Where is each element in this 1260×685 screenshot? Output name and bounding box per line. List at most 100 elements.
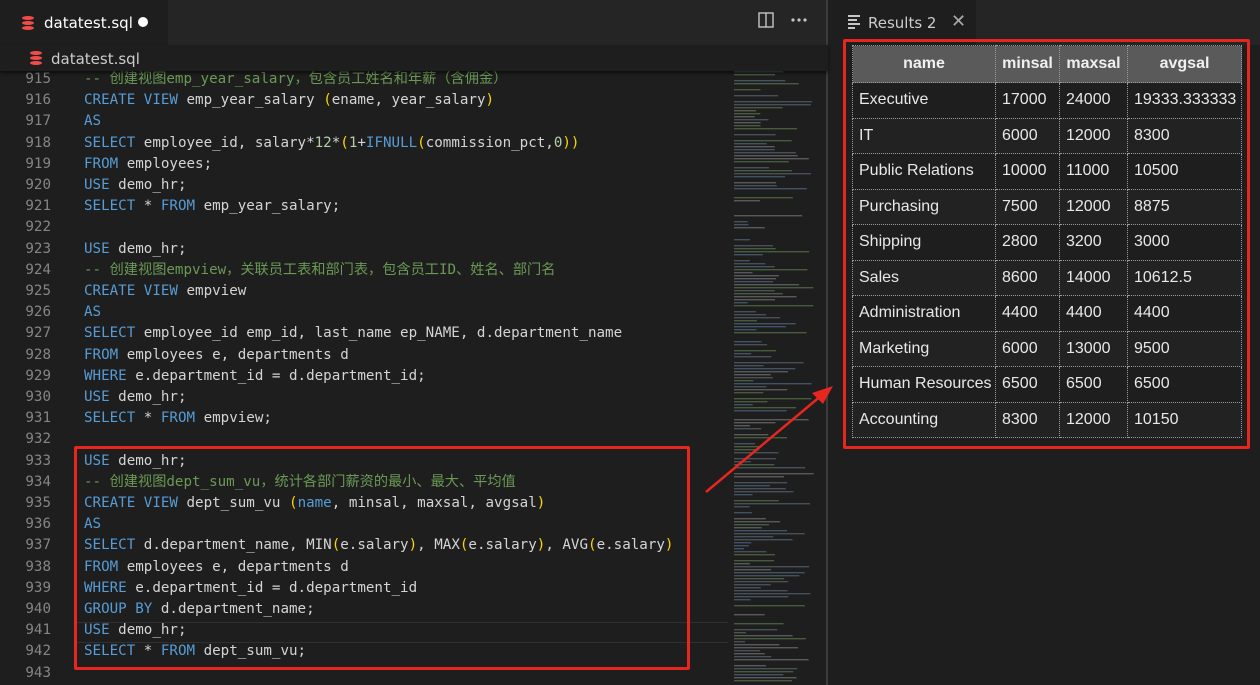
minimap-line xyxy=(734,659,809,661)
code-line[interactable]: 923 USE demo_hr; xyxy=(0,239,728,260)
minimap-line xyxy=(734,590,788,592)
minimap-line xyxy=(734,422,776,424)
minimap-line xyxy=(734,488,786,490)
minimap-line xyxy=(734,548,745,550)
minimap-line xyxy=(734,482,788,484)
breadcrumb-file[interactable]: datatest.sql xyxy=(51,50,140,68)
code-line[interactable]: 921 SELECT * FROM emp_year_salary; xyxy=(0,196,728,217)
code-line[interactable]: 925 CREATE VIEW empview xyxy=(0,281,728,302)
minimap-line xyxy=(734,365,764,367)
minimap-line xyxy=(734,563,750,565)
minimap-line xyxy=(734,467,806,469)
minimap-line xyxy=(734,122,761,124)
line-number: 922 xyxy=(25,219,51,236)
line-number: 930 xyxy=(25,389,51,405)
minimap-line xyxy=(734,551,767,553)
split-editor-icon[interactable] xyxy=(758,12,774,33)
code-line[interactable]: 917 AS xyxy=(0,111,728,132)
minimap-line xyxy=(734,251,810,253)
line-number: 921 xyxy=(25,198,51,215)
line-number: 915 xyxy=(25,71,51,87)
minimap-line xyxy=(734,494,753,496)
code-text: SELECT employee_id, salary*12*(1+IFNULL(… xyxy=(84,134,580,151)
minimap-line xyxy=(734,674,784,676)
minimap-line xyxy=(734,134,776,136)
code-line[interactable]: 927 SELECT employee_id emp_id, last_name … xyxy=(0,323,728,344)
line-number: 936 xyxy=(25,516,51,533)
code-line[interactable]: 918 SELECT employee_id, salary*12*(1+IFNU… xyxy=(0,133,728,154)
code-line[interactable]: 930 USE demo_hr; xyxy=(0,387,728,408)
minimap-line xyxy=(734,572,805,574)
minimap-line xyxy=(734,680,793,682)
code-line[interactable]: 916 CREATE VIEW emp_year_salary (ename, y… xyxy=(0,90,728,111)
minimap-line xyxy=(734,305,814,307)
minimap-line xyxy=(734,533,805,535)
minimap-line xyxy=(734,152,797,154)
minimap-line xyxy=(734,599,751,601)
code-line[interactable]: 924 -- 创建视图empview，关联员工表和部门表，包含员工ID、姓名、部门… xyxy=(0,260,728,281)
minimap-line xyxy=(734,281,774,283)
more-actions-icon[interactable] xyxy=(790,8,808,33)
minimap-line xyxy=(734,158,809,160)
line-number: 925 xyxy=(25,283,51,299)
minimap-line xyxy=(734,155,798,157)
code-line[interactable]: 919 FROM employees; xyxy=(0,154,728,175)
results-tab-label: Results 2 xyxy=(868,14,937,32)
minimap-line xyxy=(734,605,805,607)
minimap-line xyxy=(734,671,794,673)
minimap-line xyxy=(734,668,798,670)
close-icon[interactable]: ✕ xyxy=(951,11,966,32)
minimap-line xyxy=(734,356,772,358)
minimap-line xyxy=(734,410,787,412)
line-number: 927 xyxy=(25,325,51,342)
minimap-line xyxy=(734,263,766,265)
code-text: -- 创建视图emp_year_salary，包含员工姓名和年薪（含佣金） xyxy=(84,71,508,87)
code-line[interactable]: 931 SELECT * FROM empview; xyxy=(0,408,728,429)
minimap-line xyxy=(734,446,761,448)
minimap-line xyxy=(734,491,794,493)
line-number: 941 xyxy=(25,622,51,639)
minimap-line xyxy=(734,401,768,403)
code-line[interactable]: 920 USE demo_hr; xyxy=(0,175,728,196)
minimap-line xyxy=(734,542,752,544)
code-line[interactable]: 929 WHERE e.department_id = d.department_… xyxy=(0,366,728,387)
minimap-line xyxy=(734,476,784,478)
minimap[interactable] xyxy=(728,69,826,685)
code-text: CREATE VIEW empview xyxy=(84,283,247,299)
code-line[interactable]: 915 -- 创建视图emp_year_salary，包含员工姓名和年薪（含佣金） xyxy=(0,69,728,90)
minimap-line xyxy=(734,419,809,421)
minimap-line xyxy=(734,554,776,556)
highlight-box-code xyxy=(74,446,690,670)
minimap-line xyxy=(734,464,775,466)
line-number: 939 xyxy=(25,579,51,596)
minimap-line xyxy=(734,530,788,532)
minimap-line xyxy=(734,428,762,430)
code-line[interactable]: 926 AS xyxy=(0,302,728,323)
line-number: 938 xyxy=(25,558,51,575)
unsaved-dot-icon[interactable] xyxy=(138,17,148,27)
minimap-line xyxy=(734,176,786,178)
code-line[interactable]: 928 FROM employees e, departments d xyxy=(0,345,728,366)
minimap-line xyxy=(734,521,781,523)
line-number: 929 xyxy=(25,367,51,384)
tab-datatest-sql[interactable]: datatest.sql xyxy=(0,0,168,45)
line-number: 932 xyxy=(25,431,51,448)
minimap-line xyxy=(734,647,798,649)
code-text: AS xyxy=(84,113,102,130)
code-text: CREATE VIEW emp_year_salary (ename, year… xyxy=(84,92,495,109)
minimap-line xyxy=(734,167,770,169)
code-line[interactable]: 922 xyxy=(0,217,728,238)
minimap-line xyxy=(734,314,767,316)
code-text: USE demo_hr; xyxy=(84,177,187,193)
minimap-line xyxy=(734,74,776,76)
code-text: AS xyxy=(84,304,102,321)
database-icon xyxy=(22,16,34,30)
minimap-line xyxy=(734,638,806,640)
tab-label: datatest.sql xyxy=(44,14,133,32)
breadcrumb[interactable]: datatest.sql xyxy=(0,45,828,71)
minimap-line xyxy=(734,188,807,190)
minimap-line xyxy=(734,254,763,256)
minimap-line xyxy=(734,371,788,373)
minimap-line xyxy=(734,452,779,454)
minimap-line xyxy=(734,632,747,634)
